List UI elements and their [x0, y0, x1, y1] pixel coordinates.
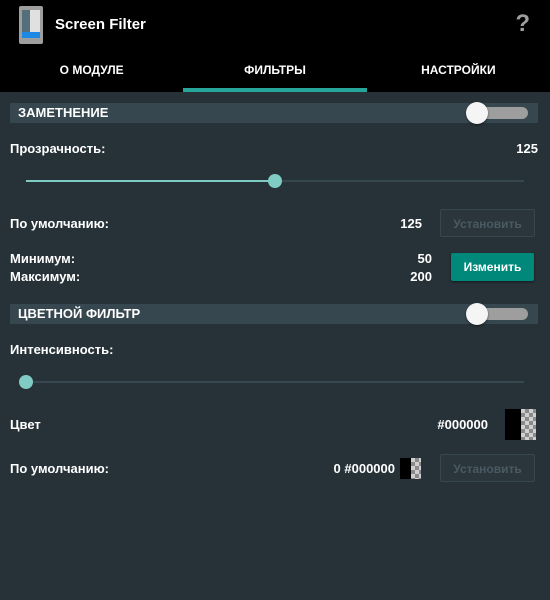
- color-label: Цвет: [10, 417, 41, 432]
- color-default-swatch-fill: [400, 458, 411, 479]
- opacity-slider[interactable]: [26, 174, 524, 188]
- max-label: Максимум:: [10, 269, 81, 284]
- dimming-set-default-button[interactable]: Установить: [440, 209, 535, 237]
- change-range-button[interactable]: Изменить: [451, 253, 534, 281]
- opacity-slider-thumb[interactable]: [268, 174, 282, 188]
- color-swatch[interactable]: [505, 409, 536, 440]
- dimming-default-label: По умолчанию:: [10, 216, 110, 231]
- dimming-toggle[interactable]: [466, 102, 528, 124]
- app-title: Screen Filter: [55, 16, 146, 33]
- min-label: Минимум:: [10, 251, 76, 266]
- color-filter-toggle[interactable]: [466, 303, 528, 325]
- color-swatch-fill: [505, 409, 521, 440]
- tab-bar: О МОДУЛЕ ФИЛЬТРЫ НАСТРОЙКИ: [0, 52, 550, 92]
- tab-settings[interactable]: НАСТРОЙКИ: [367, 52, 550, 92]
- min-value: 50: [417, 251, 432, 266]
- color-swatch-transparency: [520, 409, 536, 440]
- color-filter-section-title: ЦВЕТНОЙ ФИЛЬТР: [18, 306, 141, 321]
- help-icon[interactable]: ?: [515, 10, 530, 38]
- dimming-toggle-thumb: [466, 102, 488, 124]
- color-value: #000000: [437, 417, 488, 432]
- intensity-slider-thumb[interactable]: [19, 375, 33, 389]
- dimming-default-value: 125: [400, 216, 422, 231]
- tab-about[interactable]: О МОДУЛЕ: [0, 52, 183, 92]
- max-value: 200: [410, 269, 432, 284]
- opacity-label: Прозрачность:: [10, 141, 106, 156]
- color-default-value: 0 #000000: [333, 461, 395, 476]
- color-filter-toggle-thumb: [466, 303, 488, 325]
- dimming-section-header: ЗАМЕТНЕНИЕ: [10, 102, 538, 124]
- opacity-value: 125: [516, 141, 538, 156]
- intensity-slider-track: [26, 381, 524, 383]
- tab-filters[interactable]: ФИЛЬТРЫ: [183, 52, 367, 92]
- color-default-label: По умолчанию:: [10, 461, 110, 476]
- color-set-default-button[interactable]: Установить: [440, 454, 535, 482]
- intensity-slider[interactable]: [19, 375, 524, 389]
- phone-icon: [19, 6, 43, 44]
- dimming-section-title: ЗАМЕТНЕНИЕ: [18, 105, 109, 120]
- color-filter-section-header: ЦВЕТНОЙ ФИЛЬТР: [10, 303, 538, 325]
- intensity-label: Интенсивность:: [10, 342, 114, 357]
- title-bar: Screen Filter ?: [0, 0, 550, 52]
- color-default-swatch-transparency: [410, 458, 421, 479]
- opacity-slider-fill: [26, 180, 275, 182]
- color-default-swatch: [400, 458, 421, 479]
